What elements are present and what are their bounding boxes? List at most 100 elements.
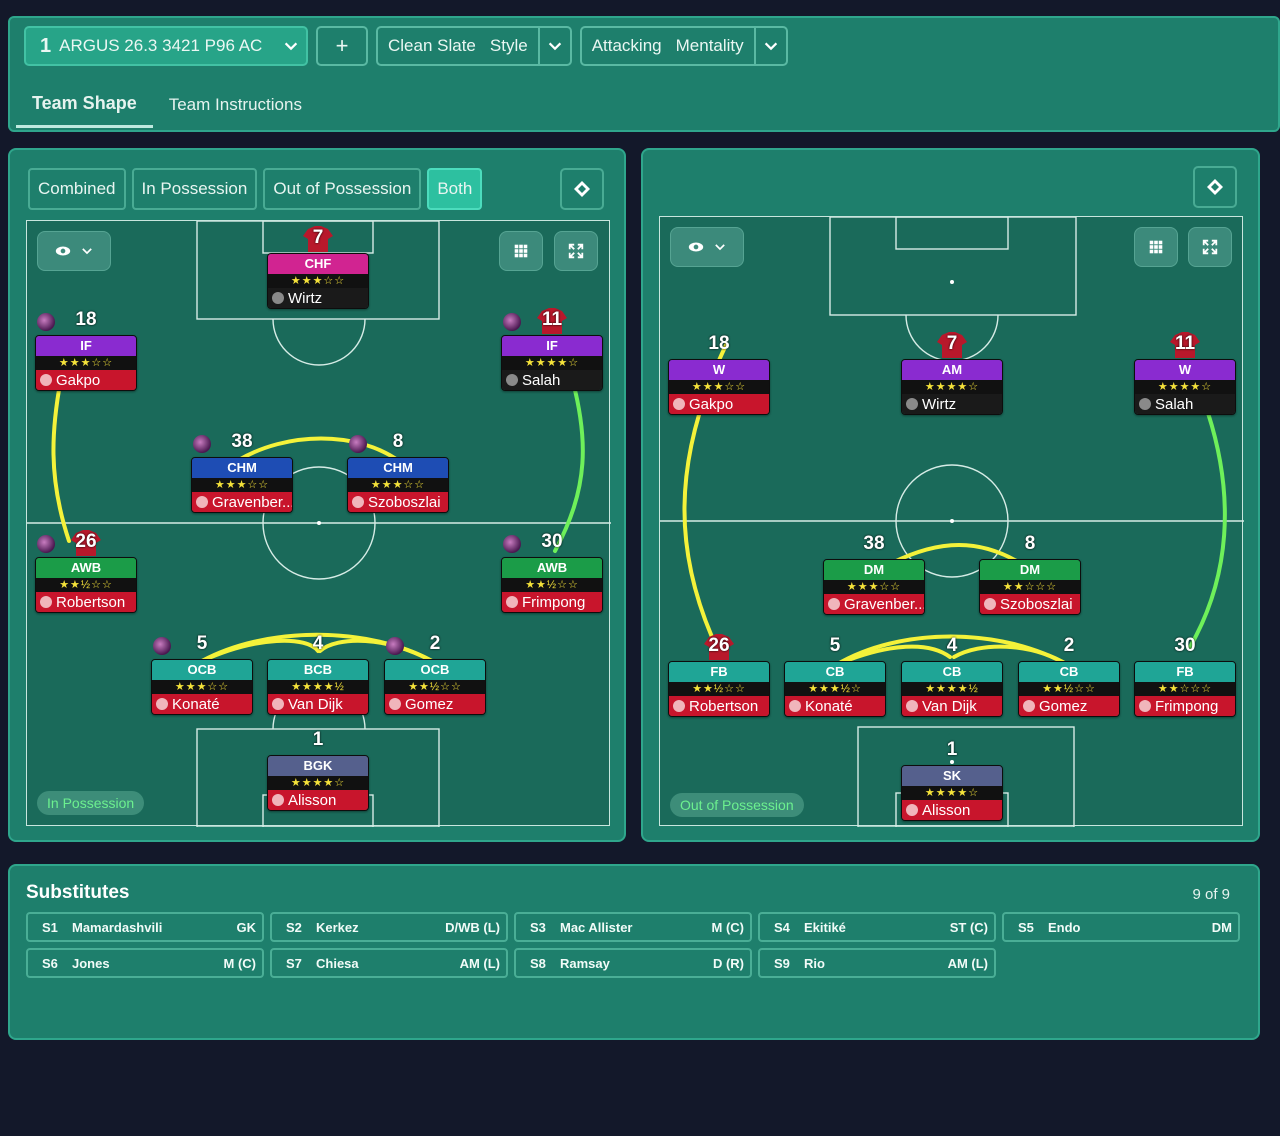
expand-icon [1202, 239, 1218, 255]
player-card[interactable]: 8 CHM ★★★☆☆ Szoboszlai [347, 429, 449, 513]
tab-team-instructions[interactable]: Team Instructions [153, 82, 318, 128]
role-dot-icon [37, 313, 55, 331]
person-icon [828, 598, 840, 610]
player-card[interactable]: 8 DM ★★☆☆☆ Szoboszlai [979, 531, 1081, 615]
player-card[interactable]: 18 W ★★★☆☆ Gakpo [668, 331, 770, 415]
expand-icon [568, 243, 584, 259]
add-tactic-button[interactable]: + [316, 26, 368, 66]
person-icon [196, 496, 208, 508]
sub-slot[interactable]: S4 Ekitiké ST (C) [758, 912, 996, 942]
tab-team-shape[interactable]: Team Shape [16, 82, 153, 128]
diamond-icon [1207, 179, 1223, 195]
style-selector[interactable]: Clean Slate Style [376, 26, 572, 66]
grid-view-button[interactable] [499, 231, 543, 271]
sub-slot[interactable]: S5 Endo DM [1002, 912, 1240, 942]
person-icon [272, 794, 284, 806]
player-card[interactable]: 2 CB ★★½☆☆ Gomez [1018, 633, 1120, 717]
person-icon [40, 374, 52, 386]
diamond-icon [574, 181, 590, 197]
substitutes-panel: Substitutes 9 of 9 S1 Mamardashvili GK S2 K… [8, 864, 1260, 1040]
tactic-selector[interactable]: 1 ARGUS 26.3 3421 P96 AC [24, 26, 308, 66]
player-card[interactable]: 2 OCB ★★½☆☆ Gomez [384, 631, 486, 715]
person-icon [673, 700, 685, 712]
sub-slot[interactable]: S3 Mac Allister M (C) [514, 912, 752, 942]
chevron-down-icon [715, 244, 725, 251]
chevron-down-icon [540, 37, 570, 55]
grid-icon [514, 244, 528, 258]
person-icon [156, 698, 168, 710]
chevron-down-icon [82, 248, 92, 255]
grid-view-button[interactable] [1134, 227, 1178, 267]
player-card[interactable]: 4 BCB ★★★★½ Van Dijk [267, 631, 369, 715]
sub-slot[interactable]: S7 Chiesa AM (L) [270, 948, 508, 978]
person-icon [40, 596, 52, 608]
role-dot-icon [153, 637, 171, 655]
mode-out-of-possession[interactable]: Out of Possession [263, 168, 422, 210]
player-card[interactable]: 7 AM ★★★★☆ Wirtz [901, 331, 1003, 415]
mentality-selector[interactable]: Attacking Mentality [579, 26, 788, 66]
substitutes-list: S1 Mamardashvili GK S2 Kerkez D/WB (L) S3 Mac… [26, 912, 1242, 978]
expand-button[interactable] [1188, 227, 1232, 267]
role-dot-icon [503, 313, 521, 331]
role-dot-icon [37, 535, 55, 553]
person-icon [906, 700, 918, 712]
person-icon [506, 374, 518, 386]
person-icon [673, 398, 685, 410]
person-icon [906, 804, 918, 816]
player-card[interactable]: 30 AWB ★★½☆☆ Frimpong [501, 529, 603, 613]
pitch-in-possession: In Possession 7 CHF ★★★☆☆ Wirtz 18 IF ★★★☆☆… [26, 220, 611, 827]
substitutes-count: 9 of 9 [1192, 886, 1230, 903]
mode-in-possession[interactable]: In Possession [131, 168, 258, 210]
sub-slot[interactable]: S6 Jones M (C) [26, 948, 264, 978]
player-card[interactable]: 30 FB ★★☆☆☆ Frimpong [1134, 633, 1236, 717]
person-icon [1139, 700, 1151, 712]
role-dot-icon [349, 435, 367, 453]
player-card[interactable]: 5 OCB ★★★☆☆ Konaté [151, 631, 253, 715]
person-icon [1023, 700, 1035, 712]
person-icon [352, 496, 364, 508]
diamond-button[interactable] [1193, 166, 1237, 208]
visibility-dropdown[interactable] [670, 227, 744, 267]
substitutes-title: Substitutes [26, 882, 130, 903]
player-card[interactable]: 26 AWB ★★½☆☆ Robertson [35, 529, 137, 613]
player-card[interactable]: 7 CHF ★★★☆☆ Wirtz [267, 225, 369, 309]
player-card[interactable]: 5 CB ★★★½☆ Konaté [784, 633, 886, 717]
mode-both[interactable]: Both [427, 168, 483, 210]
player-card[interactable]: 38 CHM ★★★☆☆ Gravenber... [191, 429, 293, 513]
player-card[interactable]: 38 DM ★★★☆☆ Gravenber... [823, 531, 925, 615]
out-of-possession-panel: Out of Possession 18 W ★★★☆☆ Gakpo 7 AM ★★★… [641, 148, 1260, 842]
role-dot-icon [193, 435, 211, 453]
person-icon [272, 698, 284, 710]
person-icon [789, 700, 801, 712]
pitch-out-of-possession: Out of Possession 18 W ★★★☆☆ Gakpo 7 AM ★★★… [659, 216, 1244, 827]
style-value: Clean Slate [388, 36, 476, 55]
mentality-value: Attacking [591, 36, 662, 55]
visibility-dropdown[interactable] [37, 231, 111, 271]
player-card[interactable]: 11 IF ★★★★☆ Salah [501, 307, 603, 391]
out-of-possession-badge: Out of Possession [670, 793, 804, 817]
sub-slot[interactable]: S8 Ramsay D (R) [514, 948, 752, 978]
player-card[interactable]: 1 SK ★★★★☆ Alisson [901, 737, 1003, 821]
player-card[interactable]: 4 CB ★★★★½ Van Dijk [901, 633, 1003, 717]
grid-icon [1149, 240, 1163, 254]
person-icon [1139, 398, 1151, 410]
player-card[interactable]: 11 W ★★★★☆ Salah [1134, 331, 1236, 415]
player-card[interactable]: 1 BGK ★★★★☆ Alisson [267, 727, 369, 811]
tactic-header: 1 ARGUS 26.3 3421 P96 AC + Clean Slate S… [8, 16, 1280, 132]
in-possession-panel: Combined In Possession Out of Possession… [8, 148, 626, 842]
person-icon [984, 598, 996, 610]
sub-slot[interactable]: S2 Kerkez D/WB (L) [270, 912, 508, 942]
person-icon [506, 596, 518, 608]
mentality-label: Mentality [675, 36, 744, 55]
player-card[interactable]: 18 IF ★★★☆☆ Gakpo [35, 307, 137, 391]
player-card[interactable]: 26 FB ★★½☆☆ Robertson [668, 633, 770, 717]
style-label: Style [489, 36, 528, 55]
sub-slot[interactable]: S9 Rio AM (L) [758, 948, 996, 978]
diamond-button[interactable] [560, 168, 604, 210]
mode-combined[interactable]: Combined [28, 168, 126, 210]
sub-slot[interactable]: S1 Mamardashvili GK [26, 912, 264, 942]
role-dot-icon [386, 637, 404, 655]
expand-button[interactable] [554, 231, 598, 271]
chevron-down-icon [276, 37, 306, 55]
in-possession-badge: In Possession [37, 791, 145, 815]
